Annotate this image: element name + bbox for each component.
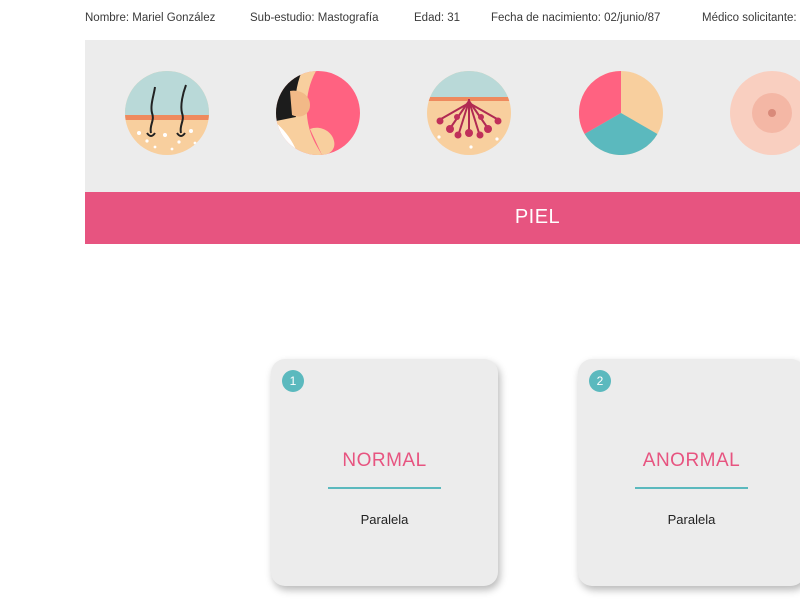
skin-hair-follicle-icon[interactable] (125, 71, 209, 155)
section-banner: PIEL (85, 192, 800, 244)
patient-name: Nombre: Mariel González (85, 12, 216, 24)
breast-density-pie-icon[interactable] (579, 71, 663, 155)
option-card-normal[interactable]: 1 NORMAL Paralela (271, 359, 498, 586)
section-title: PIEL (514, 206, 561, 228)
option-card-abnormal[interactable]: 2 ANORMAL Paralela (578, 359, 800, 586)
option-title: NORMAL (342, 450, 427, 471)
requesting-doctor: Médico solicitante: (702, 12, 797, 24)
patient-substudy: Sub-estudio: Mastografía (250, 12, 379, 24)
option-title: ANORMAL (642, 450, 741, 471)
patient-info-bar: Nombre: Mariel González Sub-estudio: Mas… (85, 0, 800, 40)
option-divider (635, 487, 748, 489)
patient-age: Edad: 31 (414, 12, 461, 24)
category-icons-band (85, 40, 800, 192)
option-subtitle: Paralela (360, 512, 409, 527)
breast-profile-icon[interactable] (276, 71, 360, 155)
option-subtitle: Paralela (667, 512, 716, 527)
nipple-areola-icon[interactable] (730, 71, 800, 155)
option-number-badge: 2 (589, 370, 611, 392)
option-divider (328, 487, 441, 489)
patient-birthdate: Fecha de nacimiento: 02/junio/87 (491, 12, 661, 24)
mammary-gland-icon[interactable] (427, 71, 511, 155)
option-number-badge: 1 (282, 370, 304, 392)
